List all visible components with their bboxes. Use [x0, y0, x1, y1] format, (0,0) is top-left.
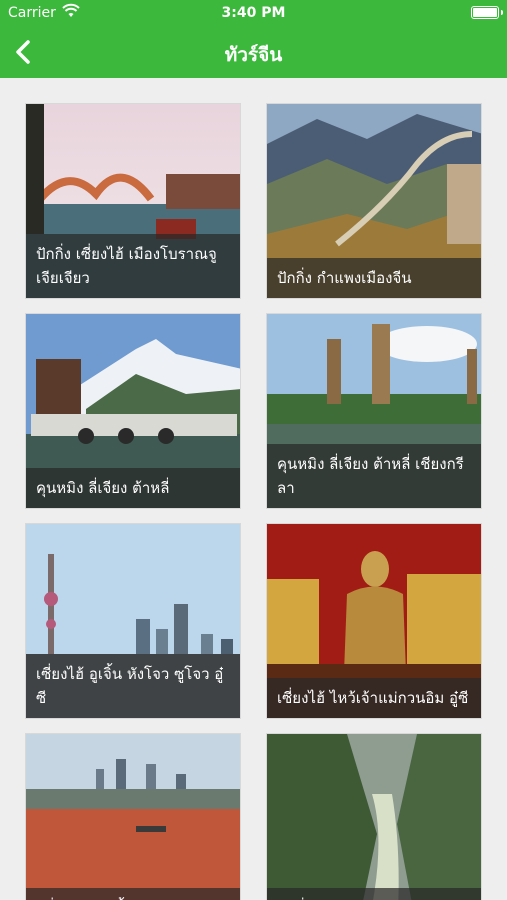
tour-label: อู่ฮั่น ล่องแม่น้ำแยงซีเกียง	[26, 888, 240, 900]
tour-card-2[interactable]: ปักกิ่ง กำแพงเมืองจีน	[266, 103, 482, 299]
tour-grid: ปักกิ่ง เซี่ยงไฮ้ เมืองโบราณจูเจียเจียว …	[0, 78, 507, 900]
tour-label: ปักกิ่ง กำแพงเมืองจีน	[267, 258, 481, 298]
battery-icon	[471, 6, 503, 19]
tour-label: เซี่ยงไฮ้ อูเจิ้น หังโจว ซูโจว อู๋ซี	[26, 654, 240, 718]
tour-label: คุนหมิง ลี่เจียง ต้าหลี่	[26, 468, 240, 508]
tour-card-6[interactable]: เซี่ยงไฮ้ ไหว้เจ้าแม่กวนอิม อู๋ซี	[266, 523, 482, 719]
tour-card-8[interactable]: ฉงชิ่ง ต้าจู๋ อู่หลง	[266, 733, 482, 900]
tour-card-1[interactable]: ปักกิ่ง เซี่ยงไฮ้ เมืองโบราณจูเจียเจียว	[25, 103, 241, 299]
tour-photo	[267, 734, 481, 900]
clock: 3:40 PM	[221, 5, 286, 21]
tour-label: ฉงชิ่ง ต้าจู๋ อู่หลง	[267, 888, 481, 900]
tour-card-3[interactable]: คุนหมิง ลี่เจียง ต้าหลี่	[25, 313, 241, 509]
tour-card-7[interactable]: อู่ฮั่น ล่องแม่น้ำแยงซีเกียง	[25, 733, 241, 900]
tour-label: เซี่ยงไฮ้ ไหว้เจ้าแม่กวนอิม อู๋ซี	[267, 678, 481, 718]
tour-card-5[interactable]: เซี่ยงไฮ้ อูเจิ้น หังโจว ซูโจว อู๋ซี	[25, 523, 241, 719]
tour-card-4[interactable]: คุนหมิง ลี่เจียง ต้าหลี่ เชียงกรีลา	[266, 313, 482, 509]
tour-photo	[26, 734, 240, 900]
tour-label: คุนหมิง ลี่เจียง ต้าหลี่ เชียงกรีลา	[267, 444, 481, 508]
nav-bar: ทัวร์จีน	[0, 28, 507, 78]
status-bar: Carrier 3:40 PM	[0, 0, 507, 28]
tour-label: ปักกิ่ง เซี่ยงไฮ้ เมืองโบราณจูเจียเจียว	[26, 234, 240, 298]
page-title: ทัวร์จีน	[224, 44, 283, 66]
